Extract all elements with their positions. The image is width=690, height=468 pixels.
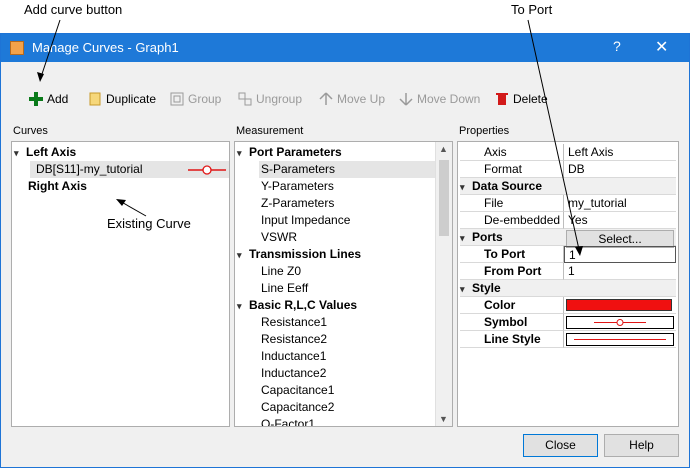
add-arrow-line — [39, 19, 61, 81]
to-port-arrow-head — [575, 246, 583, 256]
existing-arrow-head — [116, 199, 126, 206]
to-port-arrow-line — [527, 19, 581, 255]
add-arrow-head — [37, 72, 44, 82]
annotation-arrows — [37, 19, 583, 256]
